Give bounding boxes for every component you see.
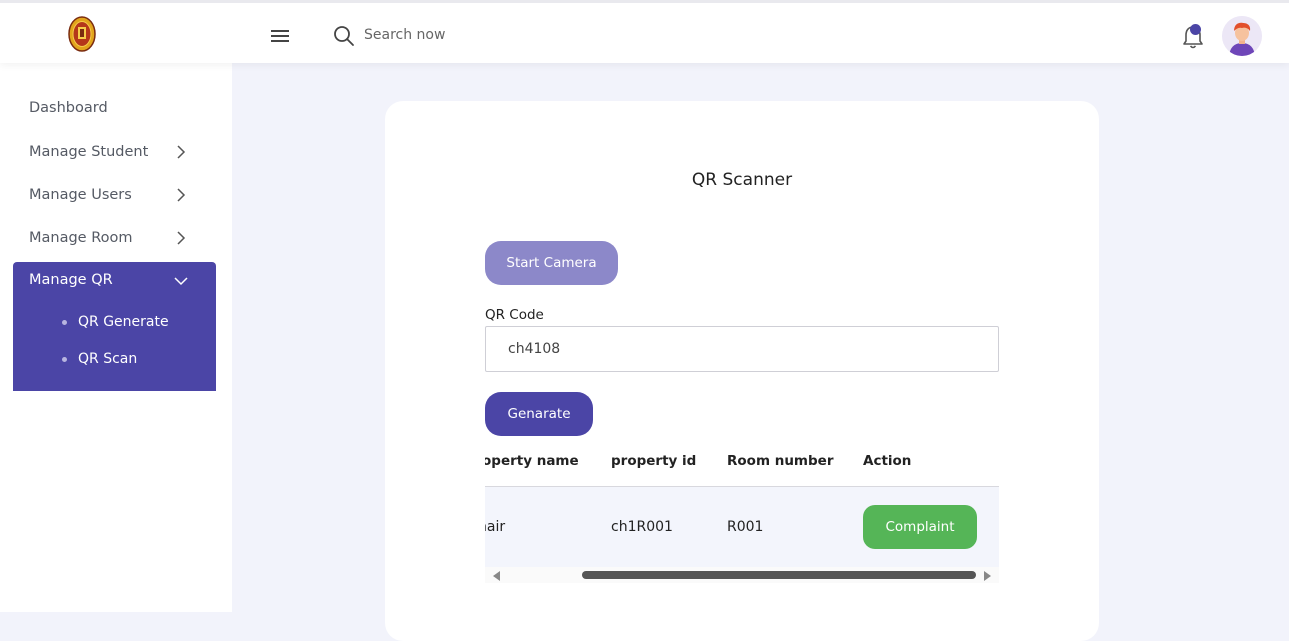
top-bar [0,0,1289,63]
sidebar-subitem-label: QR Scan [78,351,138,367]
sidebar-item-manage-room[interactable]: Manage Room [13,219,216,257]
search-input[interactable] [362,22,662,48]
complaint-button[interactable]: Complaint [863,505,977,549]
search-icon [334,26,354,46]
chevron-right-icon [177,145,186,159]
qr-code-input[interactable] [485,326,999,372]
sidebar-subitem-qr-scan[interactable]: QR Scan [62,351,137,367]
cell-property-id: ch1R001 [611,519,673,535]
notification-dot [1190,24,1201,35]
chevron-down-icon[interactable] [174,274,188,288]
hamburger-menu-icon[interactable] [270,28,290,44]
horizontal-scrollbar[interactable] [485,567,999,583]
sidebar-item-label: Manage Users [29,187,132,203]
cell-property-name: nair [485,519,506,535]
chevron-right-icon [177,231,186,245]
qr-scanner-card: QR Scanner Start Camera QR Code Genarate… [385,101,1099,641]
sidebar-item-label: Manage Student [29,144,149,160]
bullet-icon [62,319,67,325]
sidebar-item-manage-student[interactable]: Manage Student [13,133,216,171]
page-title: QR Scanner [691,170,793,190]
logo-emblem[interactable] [68,16,96,52]
sidebar-group-manage-qr: Manage QR QR Generate QR Scan [13,262,216,391]
cell-room-number: R001 [727,519,764,535]
chevron-right-icon [177,188,186,202]
generate-button[interactable]: Genarate [485,392,593,436]
start-camera-button[interactable]: Start Camera [485,241,618,285]
bullet-icon [62,356,67,362]
sidebar-subitem-label: QR Generate [78,314,169,330]
scroll-left-arrow-icon[interactable] [493,571,500,581]
sidebar: Dashboard Manage Student Manage Users Ma… [0,63,232,612]
column-header-property-name: operty name [485,453,579,469]
avatar[interactable] [1222,16,1262,56]
sidebar-item-manage-qr[interactable]: Manage QR [29,272,113,288]
property-table: operty name property id Room number Acti… [485,437,999,587]
scrollbar-thumb[interactable] [582,571,976,579]
column-header-property-id: property id [611,453,697,469]
sidebar-item-label: Manage Room [29,230,133,246]
sidebar-item-manage-users[interactable]: Manage Users [13,176,216,214]
column-header-action: Action [863,453,912,469]
qr-code-label: QR Code [485,307,544,323]
scroll-right-arrow-icon[interactable] [984,571,991,581]
column-header-room-number: Room number [727,453,834,469]
sidebar-subitem-qr-generate[interactable]: QR Generate [62,314,169,330]
sidebar-item-label: Dashboard [29,100,108,116]
sidebar-item-dashboard[interactable]: Dashboard [13,89,216,127]
